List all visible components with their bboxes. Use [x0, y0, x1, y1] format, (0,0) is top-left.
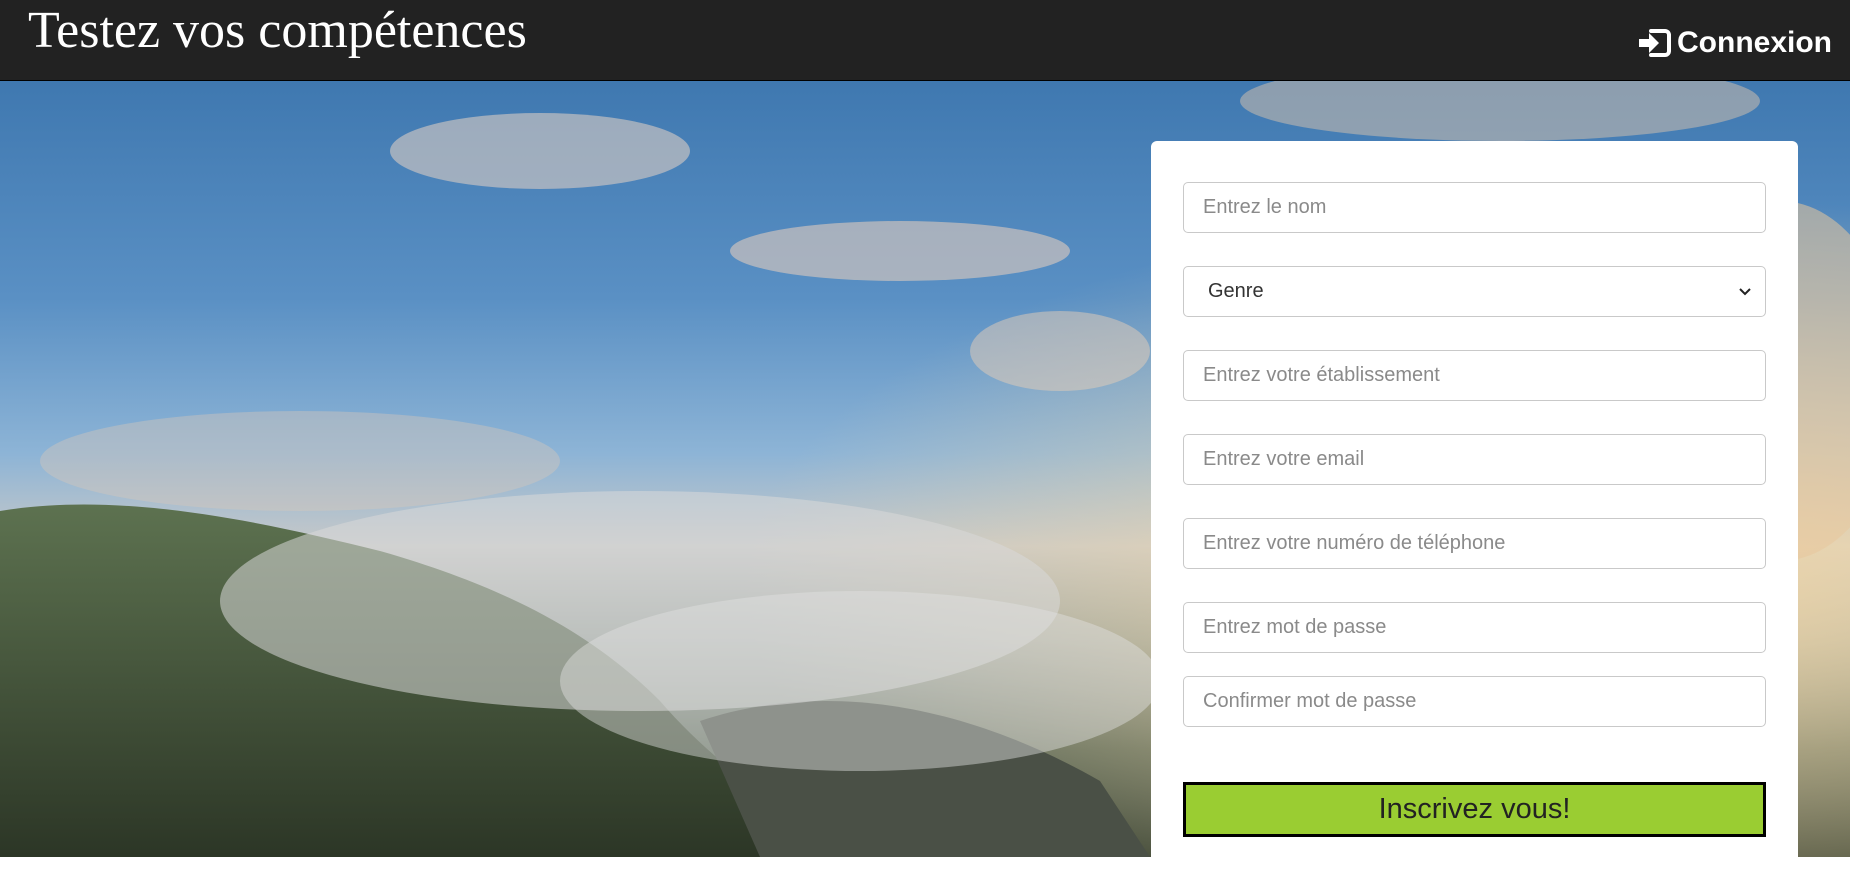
password-input[interactable]: [1183, 602, 1766, 653]
login-link[interactable]: Connexion: [1637, 24, 1832, 62]
login-label: Connexion: [1677, 26, 1832, 59]
name-input[interactable]: [1183, 182, 1766, 233]
chevron-down-icon: [1739, 288, 1751, 296]
sign-in-icon: [1639, 29, 1671, 57]
navbar: Testez vos compétences Connexion: [0, 0, 1850, 81]
institution-input[interactable]: [1183, 350, 1766, 401]
phone-input[interactable]: [1183, 518, 1766, 569]
registration-panel: Genre Inscrivez vous!: [1151, 141, 1798, 881]
register-button[interactable]: Inscrivez vous!: [1183, 782, 1766, 837]
site-title[interactable]: Testez vos compétences: [28, 2, 527, 60]
email-input[interactable]: [1183, 434, 1766, 485]
confirm-password-input[interactable]: [1183, 676, 1766, 727]
gender-selected-value: Genre: [1208, 280, 1264, 302]
gender-select[interactable]: Genre: [1183, 266, 1766, 317]
